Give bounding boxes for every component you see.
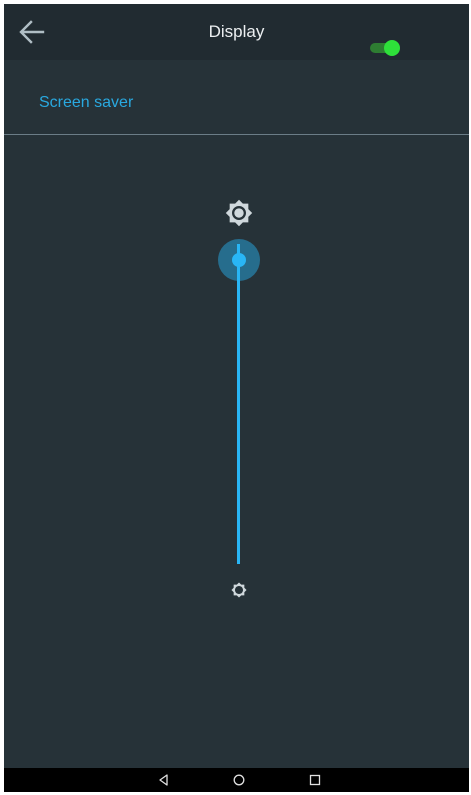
nav-home-button[interactable] — [219, 768, 259, 792]
back-button[interactable] — [12, 12, 52, 52]
divider — [4, 134, 469, 135]
navigation-bar — [4, 768, 469, 792]
screen-saver-toggle[interactable] — [370, 40, 400, 56]
brightness-slider[interactable] — [216, 234, 262, 570]
brightness-low-icon — [231, 582, 247, 598]
nav-recents-icon — [309, 774, 321, 786]
brightness-high-icon — [225, 199, 253, 227]
slider-track — [237, 244, 240, 564]
arrow-back-icon — [19, 20, 45, 44]
nav-home-icon — [233, 774, 245, 786]
nav-back-icon — [159, 774, 168, 786]
screen-saver-row[interactable]: Screen saver — [4, 60, 469, 134]
nav-back-button[interactable] — [144, 768, 184, 792]
nav-recents-button[interactable] — [295, 768, 335, 792]
slider-thumb[interactable] — [231, 253, 246, 267]
display-settings-screen: Display Screen saver — [4, 4, 469, 792]
toggle-thumb — [384, 40, 400, 56]
